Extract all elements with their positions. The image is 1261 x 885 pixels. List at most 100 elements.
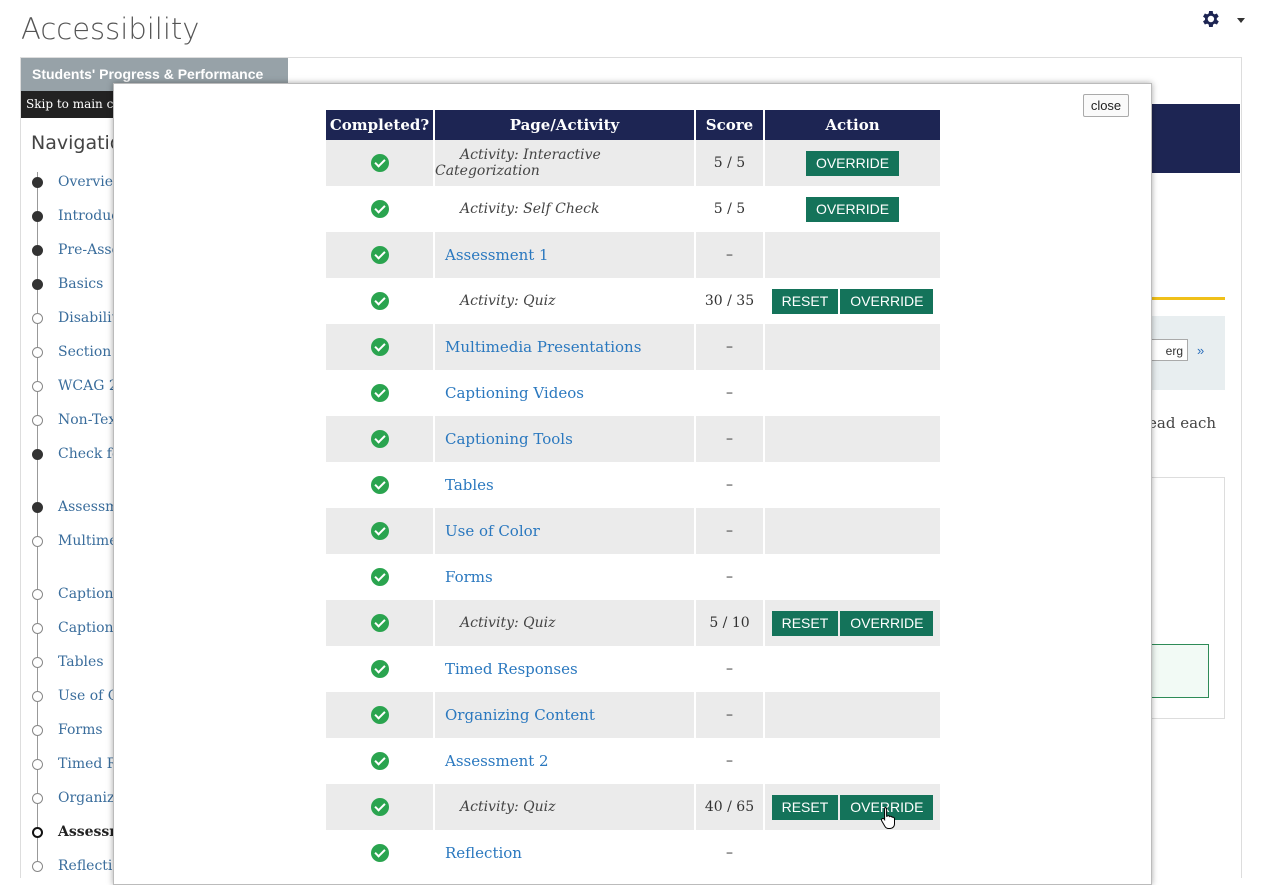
skip-link[interactable]: Skip to main content [21,91,113,118]
table-row: Timed Responses – [326,646,940,692]
next-link[interactable]: » [1197,343,1204,358]
sidebar-item[interactable]: Non-Text Content [32,412,114,432]
table-header-row: Completed? Page/Activity Score Action [326,110,940,140]
sidebar-item[interactable]: Overview [32,174,114,194]
sidebar-item[interactable]: Reflection [32,858,114,878]
progress-dot-icon [32,827,43,838]
sidebar-item-label: Captioning Tools [58,620,114,636]
completed-cell [326,508,433,554]
completed-cell [326,784,433,830]
page-link[interactable]: Organizing Content [435,706,595,724]
progress-modal: close Completed? Page/Activity Score Act… [113,83,1152,885]
check-circle-icon [370,430,389,448]
override-button[interactable]: OVERRIDE [840,610,934,636]
sidebar-item[interactable]: Disabilities [32,310,114,330]
sidebar-item-label: Pre-Assessment [58,242,114,258]
chevron-down-icon[interactable] [1237,18,1245,23]
table-row: Assessment 2 – [326,738,940,784]
score-cell: 5 / 5 [696,140,763,186]
sidebar-item[interactable]: Basics [32,276,114,296]
score-cell: 5 / 5 [713,201,746,217]
table-row: Tables – [326,462,940,508]
page-title: Accessibility [21,12,200,46]
sidebar-item-label: Basics [58,276,104,292]
gear-icon[interactable] [1199,8,1221,30]
override-button[interactable]: OVERRIDE [805,150,900,176]
page-link[interactable]: Reflection [435,844,522,862]
score-cell: – [726,385,733,401]
reset-button[interactable]: RESET [771,288,839,314]
sidebar-item[interactable]: Use of Color [32,688,114,708]
close-button[interactable]: close [1083,94,1129,117]
progress-table: Completed? Page/Activity Score Action Ac… [324,110,942,876]
page-cell: Activity: Quiz [435,784,694,830]
progress-dot-icon [32,623,43,634]
sidebar-item[interactable]: Captioning Videos [32,586,114,606]
sidebar-item[interactable]: Assessment 1 [32,499,114,519]
override-button[interactable]: OVERRIDE [840,288,934,314]
progress-dot-icon [32,381,43,392]
check-circle-icon [370,246,389,264]
sidebar-item-label: WCAG 2.0 [58,378,114,394]
check-circle-icon [370,706,389,724]
sidebar-item[interactable]: Section 508 [32,344,114,364]
table-row: Forms – [326,554,940,600]
completed-cell [326,600,433,646]
sidebar-item-label: Non-Text Content [58,412,114,428]
score-cell: 30 / 35 [704,293,755,309]
sidebar-item[interactable]: Tables [32,654,114,674]
override-button[interactable]: OVERRIDE [805,196,900,222]
action-cell: RESET OVERRIDE [765,600,940,646]
page-link[interactable]: Tables [435,476,494,494]
table-row: Activity: Self Check 5 / 5 OVERRIDE [326,186,940,232]
check-circle-icon [370,338,389,356]
action-cell [765,830,940,876]
reset-button[interactable]: RESET [771,610,839,636]
hand-cursor-icon [880,806,895,829]
action-cell [765,508,940,554]
score-cell: – [696,324,763,370]
page-cell: Captioning Tools [435,416,694,462]
sidebar-item[interactable]: Forms [32,722,114,742]
page-link[interactable]: Assessment 1 [435,246,549,264]
sidebar-item-label: Disabilities [58,310,114,326]
action-cell [765,370,940,416]
progress-dot-icon [32,177,43,188]
page-link[interactable]: Captioning Tools [435,430,573,448]
completed-cell [326,646,433,692]
completed-cell [326,232,433,278]
completed-cell [326,278,433,324]
lesson-banner [1150,104,1240,173]
activity-name: Activity: Interactive Categorization [435,147,601,179]
check-circle-icon [370,614,389,632]
sidebar-item[interactable]: Organizing Content [32,790,114,810]
page-link[interactable]: Timed Responses [435,660,578,678]
completed-cell [326,738,433,784]
sidebar-item-label: Section 508 [58,344,114,360]
page-link[interactable]: Captioning Videos [435,384,584,402]
sidebar-item[interactable]: Pre-Assessment [32,242,114,262]
sidebar-item[interactable]: WCAG 2.0 [32,378,114,398]
progress-dot-icon [32,793,43,804]
page-link[interactable]: Use of Color [435,522,540,540]
page-cell: Activity: Self Check [435,186,694,232]
progress-dot-icon [32,657,43,668]
sidebar-item-label: Reflection [58,858,114,874]
page-link[interactable]: Forms [435,568,493,586]
sidebar-item[interactable]: Timed Responses [32,756,114,776]
sidebar-item[interactable]: Introduction [32,208,114,228]
page-link[interactable]: Multimedia Presentations [435,338,641,356]
sidebar-item[interactable]: Multimedia Presentations [32,533,114,553]
reset-button[interactable]: RESET [771,794,839,820]
page-link[interactable]: Assessment 2 [435,752,549,770]
progress-dot-icon [32,211,43,222]
check-circle-icon [370,660,389,678]
progress-dot-icon [32,415,43,426]
table-row: Assessment 1 – [326,232,940,278]
action-cell [765,646,940,692]
sidebar-item[interactable]: Check for Understanding [32,446,114,466]
table-row: Multimedia Presentations – [326,324,940,370]
sidebar-item[interactable]: Captioning Tools [32,620,114,640]
sidebar-item[interactable]: Assessment 2 [32,824,114,844]
action-cell [765,324,940,370]
